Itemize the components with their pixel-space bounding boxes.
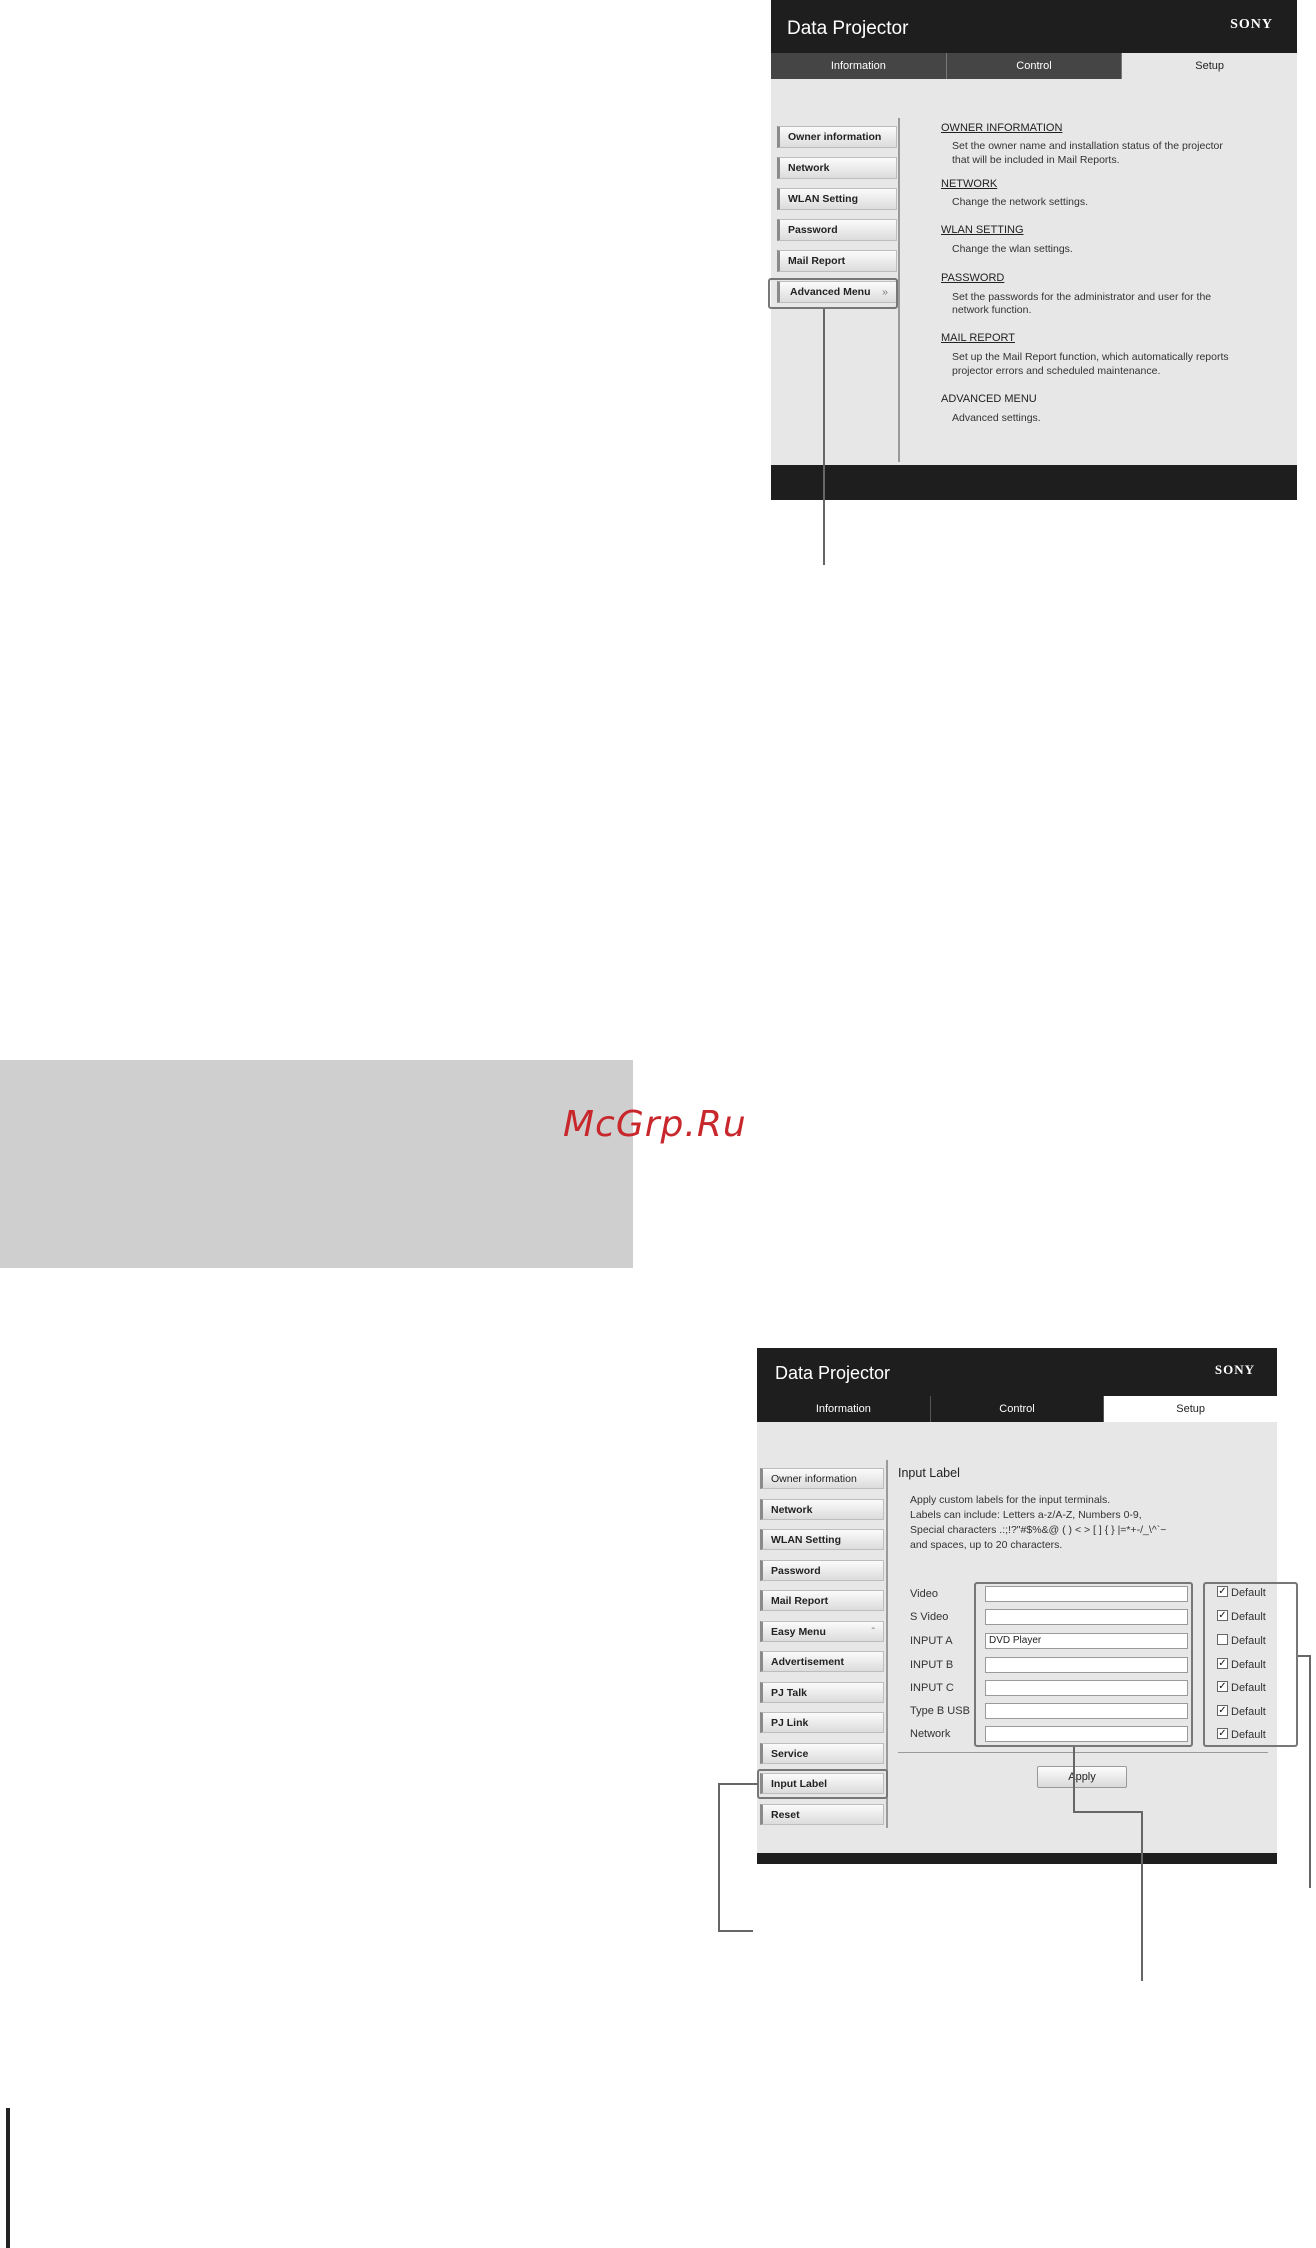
- sidebar-item-owner-information[interactable]: Owner information: [760, 1468, 884, 1489]
- intro-text: Special characters .:;!?"#$%&@ ( ) < > […: [910, 1524, 1167, 1536]
- app-title: Data Projector: [775, 1363, 891, 1383]
- section-heading-wlan-setting[interactable]: WLAN SETTING: [941, 224, 1024, 236]
- section-desc: Change the wlan settings.: [952, 243, 1073, 255]
- callout-leader-line: [823, 309, 825, 565]
- note-box: [0, 1060, 633, 1268]
- app-footer: [757, 1853, 1277, 1864]
- intro-text: Apply custom labels for the input termin…: [910, 1494, 1111, 1506]
- section-desc: Set up the Mail Report function, which a…: [952, 351, 1229, 363]
- sidebar-item-password[interactable]: Password: [760, 1560, 884, 1581]
- apply-button[interactable]: Apply: [1037, 1766, 1127, 1788]
- section-desc: that will be included in Mail Reports.: [952, 154, 1120, 166]
- callout-leader-line: [1309, 1655, 1311, 1888]
- callout-leader-line: [1141, 1811, 1143, 1981]
- app-title: Data Projector: [787, 18, 909, 39]
- main-tabs: Information Control Setup: [757, 1396, 1278, 1422]
- section-heading-advanced-menu: ADVANCED MENU: [941, 393, 1037, 405]
- tab-setup[interactable]: Setup: [1122, 53, 1298, 79]
- sidebar-item-password[interactable]: Password: [777, 219, 897, 241]
- tab-control[interactable]: Control: [946, 53, 1123, 79]
- sidebar-item-wlan-setting[interactable]: WLAN Setting: [760, 1529, 884, 1550]
- sidebar-item-mail-report[interactable]: Mail Report: [760, 1590, 884, 1611]
- field-label-input-a: INPUT A: [910, 1635, 953, 1647]
- chevron-up-icon: ˆ: [871, 1625, 876, 1638]
- sidebar-item-network[interactable]: Network: [777, 157, 897, 179]
- callout-label-fields: [974, 1582, 1193, 1747]
- sidebar-divider: [898, 118, 900, 462]
- callout-leader-line: [718, 1930, 753, 1932]
- app-header: Data Projector SONY: [757, 1348, 1277, 1396]
- field-label-input-b: INPUT B: [910, 1659, 954, 1671]
- brand-logo: SONY: [1230, 17, 1273, 32]
- app-header: Data Projector SONY: [771, 0, 1297, 53]
- intro-text: and spaces, up to 20 characters.: [910, 1539, 1063, 1551]
- sidebar-item-easy-menu[interactable]: Easy Menu ˆ: [760, 1621, 884, 1642]
- sidebar-item-reset[interactable]: Reset: [760, 1804, 884, 1825]
- callout-input-label: [757, 1769, 888, 1799]
- binding-margin-line: [6, 2108, 10, 2248]
- callout-advanced-menu: [768, 278, 898, 309]
- tab-setup[interactable]: Setup: [1104, 1396, 1278, 1422]
- sidebar-item-mail-report[interactable]: Mail Report: [777, 250, 897, 272]
- page-title: Input Label: [898, 1466, 960, 1480]
- section-heading-mail-report[interactable]: MAIL REPORT: [941, 332, 1015, 344]
- section-desc: Set the passwords for the administrator …: [952, 291, 1212, 303]
- callout-leader-line: [718, 1783, 758, 1785]
- callout-default-checkboxes: [1203, 1582, 1298, 1747]
- callout-leader-line: [718, 1783, 720, 1932]
- section-heading-password[interactable]: PASSWORD: [941, 272, 1004, 284]
- section-desc: network function.: [952, 304, 1032, 316]
- tab-control[interactable]: Control: [930, 1396, 1105, 1422]
- callout-leader-line: [1073, 1747, 1075, 1813]
- app-footer: [771, 465, 1297, 500]
- section-heading-owner-information[interactable]: OWNER INFORMATION: [941, 122, 1062, 134]
- intro-text: Labels can include: Letters a-z/A-Z, Num…: [910, 1509, 1142, 1521]
- watermark: McGrp.Ru: [563, 1104, 747, 1145]
- section-desc: Change the network settings.: [952, 196, 1088, 208]
- sidebar-item-service[interactable]: Service: [760, 1743, 884, 1764]
- sidebar-item-label: Easy Menu: [771, 1625, 826, 1638]
- section-desc: Advanced settings.: [952, 412, 1041, 424]
- sidebar-item-advertisement[interactable]: Advertisement: [760, 1651, 884, 1672]
- field-label-video: Video: [910, 1588, 938, 1600]
- sidebar-item-network[interactable]: Network: [760, 1499, 884, 1520]
- sidebar-item-wlan-setting[interactable]: WLAN Setting: [777, 188, 897, 210]
- field-label-s-video: S Video: [910, 1611, 949, 1623]
- section-desc: Set the owner name and installation stat…: [952, 140, 1223, 152]
- tab-information[interactable]: Information: [771, 53, 947, 79]
- section-desc: projector errors and scheduled maintenan…: [952, 365, 1161, 377]
- field-label-network: Network: [910, 1728, 951, 1740]
- screenshot-setup-top: Data Projector SONY Information Control …: [771, 0, 1298, 500]
- sidebar-item-owner-information[interactable]: Owner information: [777, 126, 897, 148]
- field-label-input-c: INPUT C: [910, 1682, 954, 1694]
- callout-leader-line: [1073, 1811, 1143, 1813]
- field-label-type-b-usb: Type B USB: [910, 1705, 970, 1717]
- brand-logo: SONY: [1214, 1362, 1255, 1377]
- sidebar-item-pj-link[interactable]: PJ Link: [760, 1712, 884, 1733]
- sidebar-item-pj-talk[interactable]: PJ Talk: [760, 1682, 884, 1703]
- tab-information[interactable]: Information: [757, 1396, 931, 1422]
- section-heading-network[interactable]: NETWORK: [941, 178, 997, 190]
- main-tabs: Information Control Setup: [771, 53, 1298, 79]
- divider: [898, 1752, 1268, 1753]
